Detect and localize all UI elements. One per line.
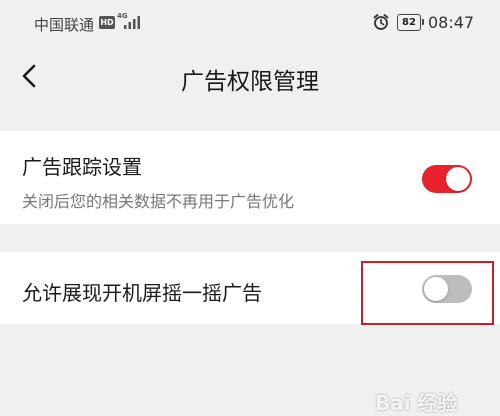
ad-tracking-toggle[interactable] bbox=[422, 165, 472, 193]
highlight-annotation bbox=[361, 261, 494, 325]
signal-icon bbox=[124, 16, 140, 29]
battery-tip bbox=[422, 19, 424, 25]
alarm-icon bbox=[373, 14, 389, 30]
battery-icon: 82 bbox=[397, 14, 421, 31]
hd-badge: HD bbox=[99, 16, 115, 29]
carrier-name: 中国联通 bbox=[34, 16, 95, 34]
watermark: Bai 经验 bbox=[375, 391, 458, 415]
status-bar: 中国联通 HD 4G 82 08:47 bbox=[0, 0, 500, 48]
setting-title: 广告跟踪设置 bbox=[22, 155, 142, 179]
toggle-knob bbox=[446, 167, 470, 191]
page-title: 广告权限管理 bbox=[181, 69, 319, 95]
clock: 08:47 bbox=[428, 13, 475, 32]
page-header: 广告权限管理 bbox=[0, 48, 500, 108]
setting-title: 允许展现开机屏摇一摇广告 bbox=[22, 281, 262, 305]
setting-description: 关闭后您的相关数据不再用于广告优化 bbox=[22, 192, 295, 211]
setting-ad-tracking: 广告跟踪设置 关闭后您的相关数据不再用于广告优化 bbox=[0, 131, 500, 224]
